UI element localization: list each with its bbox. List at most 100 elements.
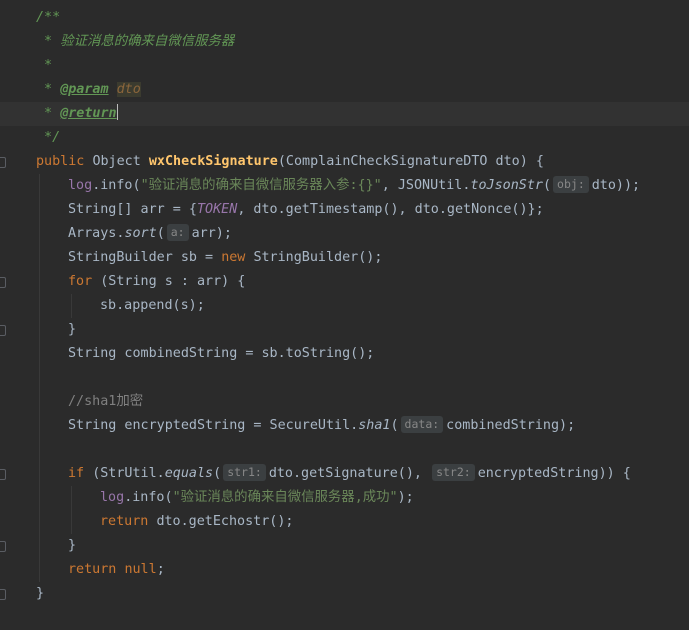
code-line[interactable]: */ [0,126,689,150]
code-editor[interactable]: /** * 验证消息的确来自微信服务器 * * @param dto * @re… [0,0,689,630]
code-token: .info( [124,490,173,505]
code-line-text: * 验证消息的确来自微信服务器 [36,30,234,54]
code-token: @return [60,106,117,121]
code-line-text: String encryptedString = SecureUtil.sha1… [68,414,575,438]
code-line-text: if (StrUtil.equals(str1: dto.getSignature… [68,462,631,486]
code-token: String[] arr = { [68,202,197,217]
code-token: new [221,250,254,265]
code-line-text: } [36,582,44,606]
indent-guide [71,294,72,318]
code-line-text: log.info("验证消息的确来自微信服务器,成功"); [100,486,414,510]
code-token: public [36,154,93,169]
code-line[interactable]: log.info("验证消息的确来自微信服务器,成功"); [0,486,689,510]
code-token: ; [156,562,165,577]
code-token: "验证消息的确来自微信服务器入参:{}" [140,178,382,193]
code-line[interactable]: * @return [0,102,689,126]
code-token: encryptedString)) { [477,466,631,481]
code-token: log [100,490,125,505]
code-line[interactable]: } [0,582,689,606]
code-token: String encryptedString = SecureUtil. [68,418,359,433]
code-token: if [68,466,93,481]
code-line-text: /** [36,6,60,30]
code-token: * [36,58,53,73]
code-line[interactable]: public Object wxCheckSignature(ComplainC… [0,150,689,174]
code-token: /** [36,10,61,25]
indent-guide [71,486,72,534]
code-line[interactable]: String[] arr = {TOKEN, dto.getTimestamp(… [0,198,689,222]
code-line-text: } [68,318,76,342]
code-token: * [36,82,61,97]
code-token: (StrUtil. [92,466,165,481]
parameter-hint: a: [166,224,189,241]
code-token: sort [124,226,157,241]
code-token: */ [36,130,61,145]
parameter-hint: obj: [553,176,589,193]
code-token: return [68,562,125,577]
code-token: sb.append(s); [100,298,205,313]
code-token: } [68,538,77,553]
code-token: dto [116,82,141,97]
code-token: , dto.getTimestamp(), dto.getNonce()}; [237,202,544,217]
code-token: null [124,562,157,577]
code-line[interactable] [0,438,689,462]
code-token: @param [60,82,109,97]
code-token: log [68,178,93,193]
code-line[interactable]: return dto.getEchostr(); [0,510,689,534]
code-line-text: * @return [36,102,118,126]
code-line[interactable]: /** [0,6,689,30]
code-line[interactable]: } [0,318,689,342]
code-token: StringBuilder sb = [68,250,222,265]
code-token: Object [92,154,149,169]
code-line[interactable]: String combinedString = sb.toString(); [0,342,689,366]
code-line[interactable]: Arrays.sort(a: arr); [0,222,689,246]
code-token: } [68,322,77,337]
indent-guide [39,174,40,582]
text-cursor [116,104,118,120]
code-line-text: * @param dto [36,78,141,102]
code-line[interactable] [0,366,689,390]
code-token: return [100,514,157,529]
code-token: TOKEN [197,202,238,217]
parameter-hint: data: [400,416,444,433]
code-line[interactable]: if (StrUtil.equals(str1: dto.getSignature… [0,462,689,486]
code-line[interactable]: StringBuilder sb = new StringBuilder(); [0,246,689,270]
code-token: arr); [191,226,232,241]
code-token: dto.getEchostr(); [156,514,294,529]
code-token: * 验证消息的确来自微信服务器 [36,34,235,49]
code-token: * [36,106,61,121]
code-line-text: //sha1加密 [68,390,143,414]
code-token: String combinedString = sb.toString(); [68,346,375,361]
code-token: ( [156,226,165,241]
code-line-text: } [68,534,76,558]
code-token: toJsonStr [470,178,543,193]
code-token: for [68,274,101,289]
code-line-text: sb.append(s); [100,294,205,318]
code-line-text: * [36,54,52,78]
code-line[interactable]: } [0,534,689,558]
code-line[interactable]: * @param dto [0,78,689,102]
code-token: ); [397,490,414,505]
code-line[interactable]: for (String s : arr) { [0,270,689,294]
code-line[interactable]: log.info("验证消息的确来自微信服务器入参:{}", JSONUtil.… [0,174,689,198]
code-token: ( [390,418,399,433]
code-token: StringBuilder(); [253,250,383,265]
code-line[interactable]: sb.append(s); [0,294,689,318]
code-line[interactable]: String encryptedString = SecureUtil.sha1… [0,414,689,438]
code-token: ( [542,178,552,193]
code-line[interactable]: return null; [0,558,689,582]
parameter-hint: str2: [432,464,475,481]
code-token: } [36,586,45,601]
code-line-text: String[] arr = {TOKEN, dto.getTimestamp(… [68,198,544,222]
code-token: (String s : arr) { [100,274,246,289]
code-line[interactable]: //sha1加密 [0,390,689,414]
code-line-text: return null; [68,558,165,582]
code-line[interactable]: * [0,54,689,78]
code-token: combinedString); [446,418,576,433]
code-token: dto.getSignature(), [268,466,431,481]
code-token: (ComplainCheckSignatureDTO dto) { [277,154,544,169]
code-token: , JSONUtil. [381,178,471,193]
code-line-text: return dto.getEchostr(); [100,510,294,534]
parameter-hint: str1: [223,464,266,481]
code-line[interactable]: * 验证消息的确来自微信服务器 [0,30,689,54]
